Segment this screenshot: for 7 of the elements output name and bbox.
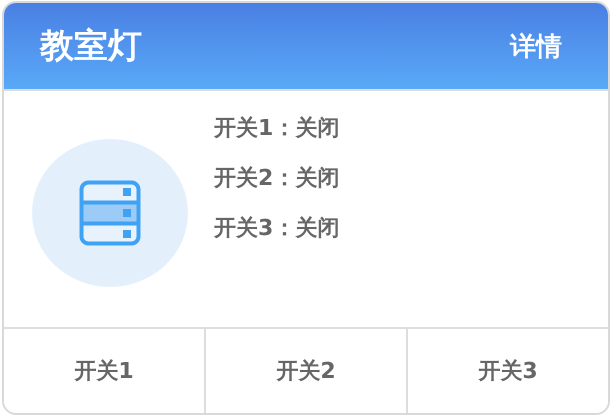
details-link[interactable]: 详情 xyxy=(510,28,562,64)
switch-button[interactable]: 开关3 xyxy=(406,329,608,413)
switch-status: 开关1：关闭 xyxy=(214,115,340,143)
switch-status: 开关3：关闭 xyxy=(214,215,340,243)
card-title: 教室灯 xyxy=(40,25,142,68)
server-icon xyxy=(79,180,141,246)
switch-status: 开关2：关闭 xyxy=(214,165,340,193)
